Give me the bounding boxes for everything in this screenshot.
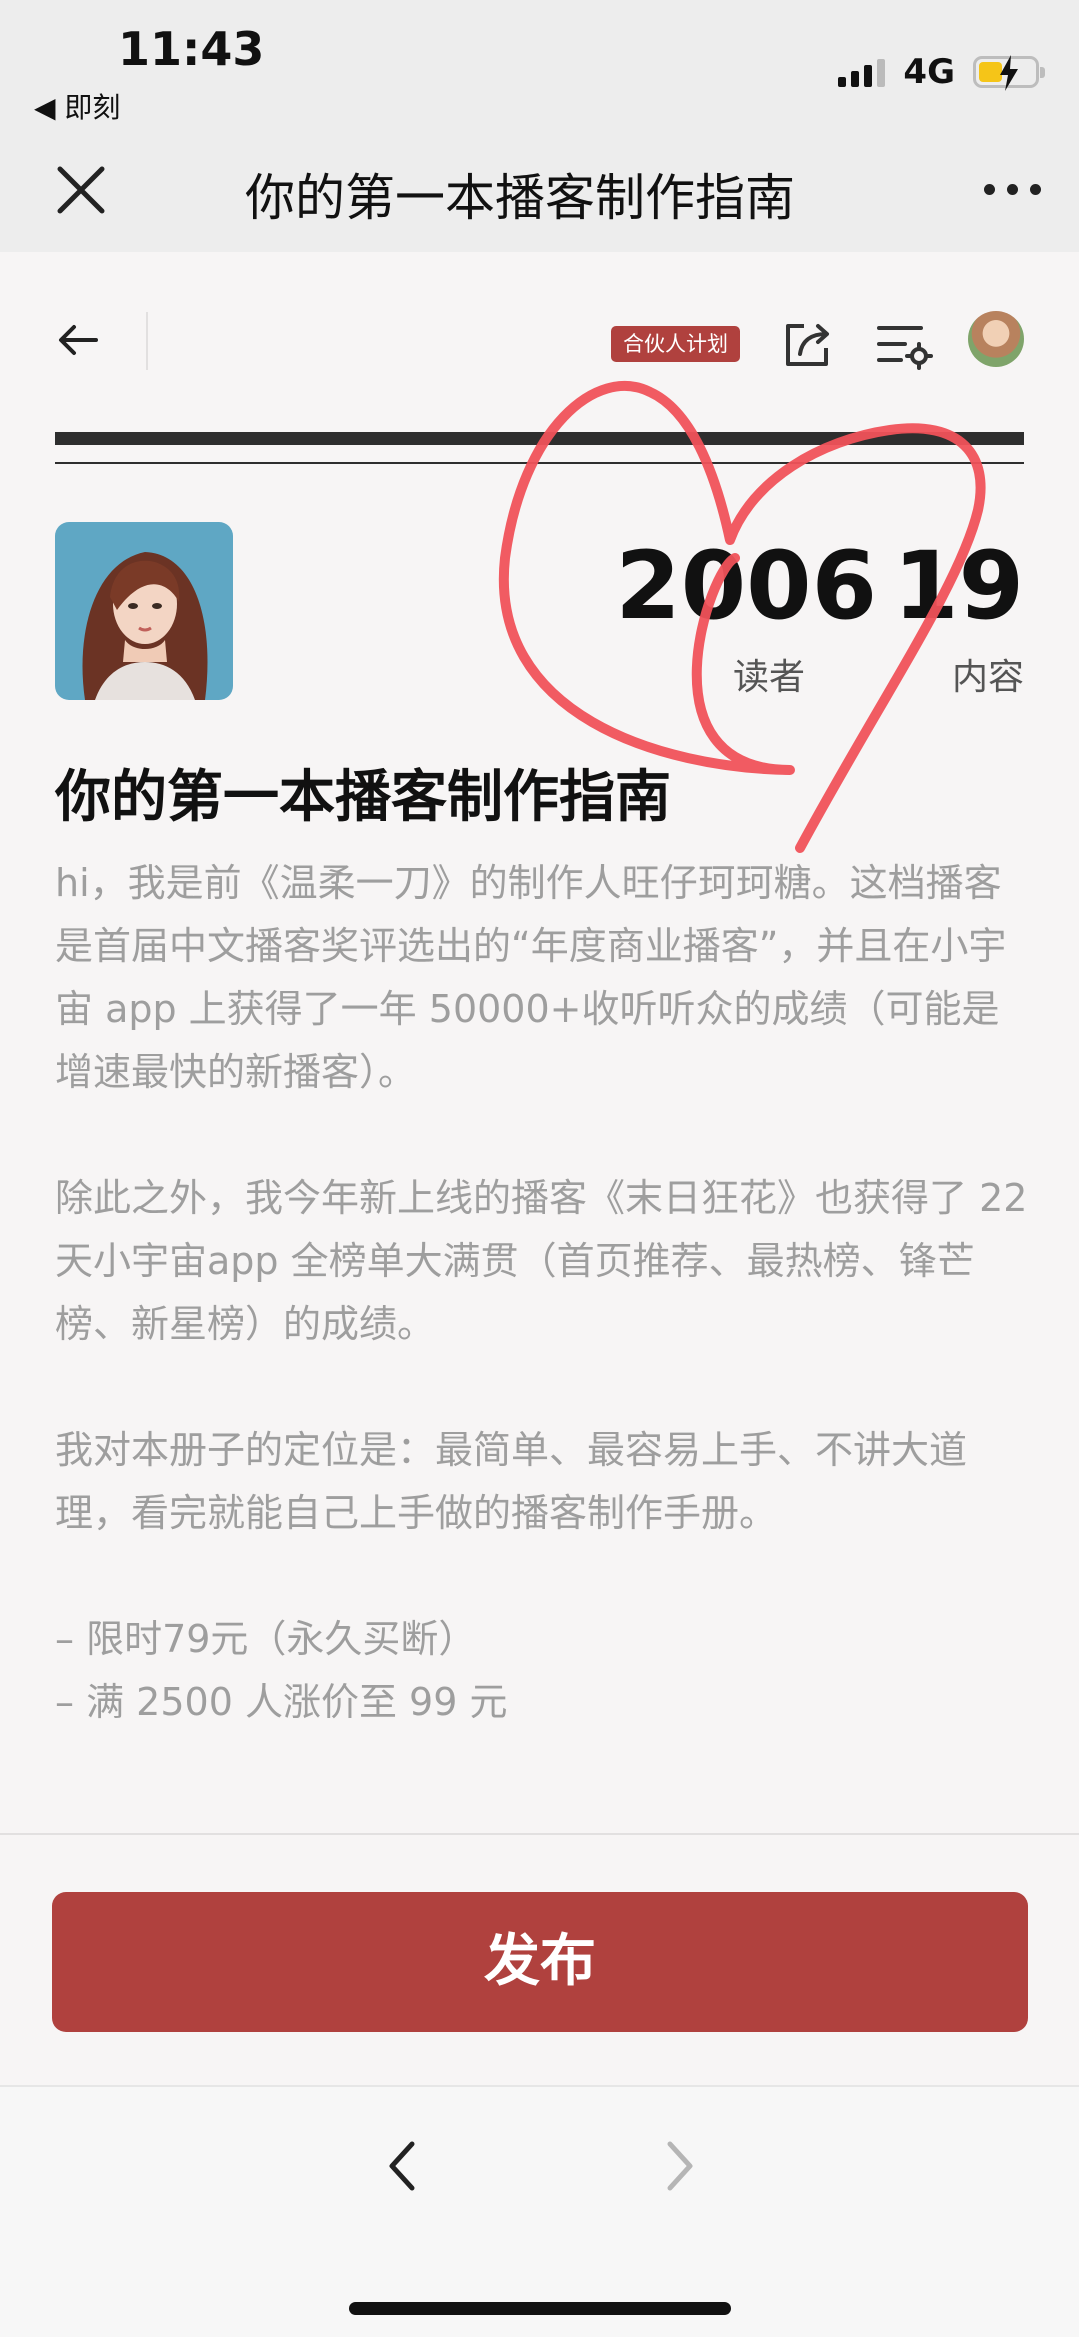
- price-line: – 限时79元（永久买断）: [55, 1617, 477, 1661]
- chevron-left-icon[interactable]: [382, 2138, 422, 2194]
- readers-count: 2006: [615, 532, 877, 641]
- status-time: 11:43: [118, 22, 265, 76]
- user-avatar[interactable]: [968, 311, 1024, 367]
- description-paragraph: hi，我是前《温柔一刀》的制作人旺仔珂珂糖。这档播客是首届中文播客奖评选出的“年…: [55, 861, 1007, 1094]
- content-divider: [0, 1833, 1079, 1835]
- price-line: – 满 2500 人涨价至 99 元: [55, 1680, 508, 1724]
- content-count: 19: [893, 532, 1024, 641]
- signal-icon: [838, 57, 886, 87]
- network-type: 4G: [903, 52, 955, 92]
- battery-icon: [973, 55, 1045, 91]
- back-arrow-icon[interactable]: [56, 318, 100, 362]
- book-title: 你的第一本播客制作指南: [55, 765, 671, 830]
- description-paragraph: 我对本册子的定位是：最简单、最容易上手、不讲大道理，看完就能自己上手做的播客制作…: [55, 1428, 968, 1535]
- header-rule-thin: [55, 462, 1024, 464]
- nav-title: 你的第一本播客制作指南: [245, 169, 795, 227]
- share-icon[interactable]: [780, 318, 834, 372]
- top-bar: 11:43 ◀ 即刻 4G 你的第一本播客制作指南: [0, 0, 1079, 252]
- home-indicator[interactable]: [349, 2302, 731, 2315]
- toolbar-divider: [146, 312, 148, 370]
- chevron-right-icon[interactable]: [660, 2138, 700, 2194]
- publish-button[interactable]: 发布: [52, 1892, 1028, 2032]
- close-icon[interactable]: [56, 165, 106, 215]
- header-rule-thick: [55, 432, 1024, 445]
- more-icon[interactable]: [984, 184, 1041, 195]
- settings-icon[interactable]: [875, 318, 933, 372]
- partner-plan-badge[interactable]: 合伙人计划: [611, 326, 740, 362]
- browser-bottom-bar: [0, 2085, 1079, 2337]
- status-indicators: 4G: [838, 52, 1045, 92]
- readers-label: 读者: [732, 657, 805, 698]
- book-cover-image[interactable]: [55, 522, 233, 700]
- description-paragraph: 除此之外，我今年新上线的播客《末日狂花》也获得了 22 天小宇宙app 全榜单大…: [55, 1176, 1028, 1346]
- book-description: hi，我是前《温柔一刀》的制作人旺仔珂珂糖。这档播客是首届中文播客奖评选出的“年…: [55, 852, 1030, 1734]
- back-to-app-link[interactable]: ◀ 即刻: [34, 86, 120, 126]
- content-label: 内容: [951, 657, 1024, 698]
